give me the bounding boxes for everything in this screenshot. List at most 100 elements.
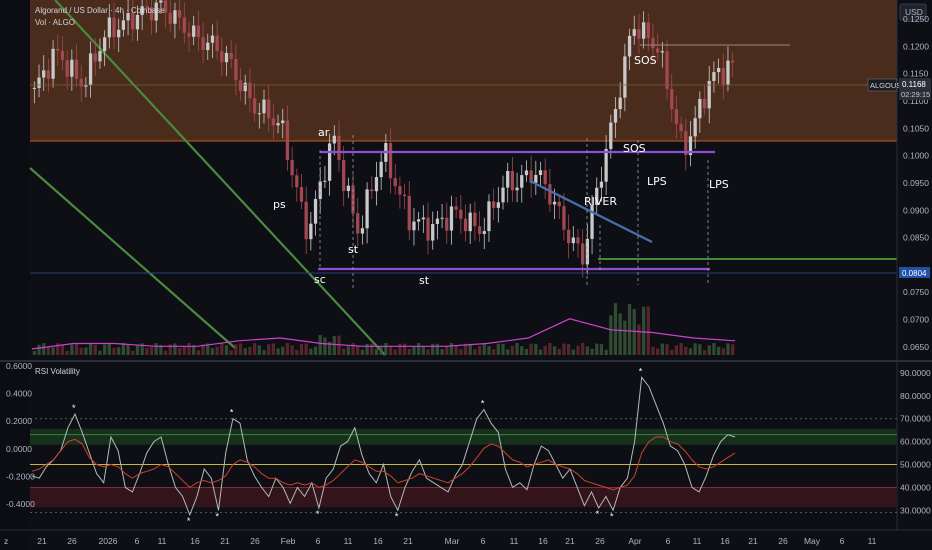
volume-bar bbox=[37, 344, 41, 355]
volume-bar bbox=[238, 343, 243, 355]
candle-body bbox=[576, 237, 580, 244]
candle-body bbox=[65, 60, 69, 77]
volume-bar bbox=[210, 348, 215, 355]
volume-bar bbox=[651, 346, 655, 355]
volume-bar bbox=[70, 344, 74, 355]
pane-separator[interactable] bbox=[0, 360, 932, 362]
candle-body bbox=[698, 98, 702, 119]
volume-bar bbox=[42, 343, 46, 355]
time-axis-label: 21 bbox=[403, 536, 413, 546]
price-axis-label: 0.0900 bbox=[903, 205, 929, 215]
annotation-sos[interactable]: SOS bbox=[623, 142, 646, 155]
candle-body bbox=[365, 189, 369, 229]
volume-bar bbox=[252, 343, 257, 355]
price-axis-label: 0.0750 bbox=[903, 287, 929, 297]
candle-body bbox=[445, 217, 449, 231]
candle-body bbox=[182, 17, 186, 33]
volume-bar bbox=[229, 350, 233, 355]
candle-body bbox=[238, 80, 243, 92]
settings-icon[interactable]: z bbox=[4, 536, 8, 546]
price-axis-label: 0.0700 bbox=[903, 315, 929, 325]
volume-bar bbox=[88, 343, 93, 355]
volume-bar bbox=[637, 324, 641, 355]
annotation-lps[interactable]: LPS bbox=[647, 175, 667, 188]
volume-label[interactable]: Vol · ALGO bbox=[35, 18, 75, 27]
volume-bar bbox=[342, 348, 346, 355]
annotation-river[interactable]: RIVER bbox=[584, 195, 617, 208]
volume-bar bbox=[173, 343, 177, 355]
volume-bar bbox=[248, 346, 252, 355]
candle-body bbox=[702, 98, 707, 109]
time-axis-label: 16 bbox=[190, 536, 200, 546]
candle-body bbox=[206, 42, 210, 51]
candle-body bbox=[374, 177, 379, 192]
candle-body bbox=[276, 123, 280, 126]
volume-bar bbox=[79, 347, 83, 355]
annotation-st[interactable]: st bbox=[419, 274, 430, 287]
pivot-high-mark: * bbox=[72, 403, 76, 413]
volume-bar bbox=[257, 345, 261, 355]
candle-body bbox=[318, 181, 322, 200]
candle-body bbox=[271, 118, 276, 126]
rsi-left-axis-label: 0.6000 bbox=[6, 361, 32, 371]
candle-body bbox=[196, 25, 201, 38]
annotation-ar[interactable]: ar bbox=[318, 126, 330, 139]
candle-body bbox=[426, 217, 430, 241]
volume-bar bbox=[304, 343, 308, 355]
volume-bar bbox=[520, 346, 524, 355]
volume-bar bbox=[524, 349, 529, 355]
candle-body bbox=[468, 212, 472, 232]
volume-bar bbox=[684, 346, 688, 355]
candle-body bbox=[112, 17, 116, 38]
volume-bar bbox=[93, 344, 97, 355]
pivot-high-mark: * bbox=[481, 399, 485, 409]
symbol-title[interactable]: Algorand / US Dollar · 4h · Coinbase bbox=[35, 6, 165, 15]
candle-body bbox=[98, 51, 102, 62]
candle-body bbox=[46, 70, 51, 79]
candle-body bbox=[660, 51, 664, 53]
candle-body bbox=[566, 229, 571, 244]
candle-body bbox=[74, 59, 79, 79]
volume-bar bbox=[309, 348, 313, 355]
time-axis-label: 11 bbox=[158, 536, 167, 546]
time-axis-label: 16 bbox=[373, 536, 383, 546]
annotation-st[interactable]: st bbox=[348, 243, 359, 256]
volume-bar bbox=[515, 343, 519, 355]
candle-body bbox=[398, 186, 402, 195]
candle-body bbox=[491, 201, 496, 208]
candle-body bbox=[323, 180, 327, 182]
time-axis-label: 11 bbox=[693, 536, 702, 546]
price-axis-label: 0.1250 bbox=[903, 14, 929, 24]
candle-body bbox=[131, 13, 135, 30]
volume-bar bbox=[290, 345, 294, 355]
rsi-upper-band bbox=[30, 428, 897, 445]
rsi-title[interactable]: RSI Volatility bbox=[35, 367, 80, 376]
volume-bar bbox=[224, 345, 229, 355]
candle-body bbox=[103, 37, 107, 52]
volume-bar bbox=[613, 303, 618, 355]
volume-bar bbox=[548, 343, 552, 355]
candle-body bbox=[459, 209, 463, 219]
volume-bar bbox=[276, 348, 280, 355]
candle-body bbox=[56, 48, 60, 51]
time-axis-label: 21 bbox=[565, 536, 575, 546]
candle-body bbox=[562, 206, 566, 230]
rsi-left-axis-label: 0.2000 bbox=[6, 416, 32, 426]
price-axis-label: 0.0650 bbox=[903, 342, 929, 352]
volume-bar bbox=[65, 350, 69, 355]
volume-bar bbox=[585, 346, 590, 355]
volume-bar bbox=[618, 313, 622, 355]
time-axis-label: 6 bbox=[481, 536, 486, 546]
candle-body bbox=[229, 52, 233, 59]
annotation-sc[interactable]: sc bbox=[314, 273, 326, 286]
time-axis-label: 26 bbox=[595, 536, 605, 546]
annotation-ps[interactable]: ps bbox=[273, 198, 286, 211]
pivot-low-mark: * bbox=[216, 511, 220, 521]
candle-body bbox=[267, 99, 271, 119]
candle-body bbox=[731, 60, 735, 63]
chart-svg[interactable]: ps ar sc st st RIVER SOS SOS LPS LPS Alg… bbox=[0, 0, 932, 550]
candle-body bbox=[431, 224, 435, 241]
annotation-lps[interactable]: LPS bbox=[709, 178, 729, 191]
annotation-sos[interactable]: SOS bbox=[634, 54, 657, 67]
volume-bar bbox=[552, 346, 557, 355]
